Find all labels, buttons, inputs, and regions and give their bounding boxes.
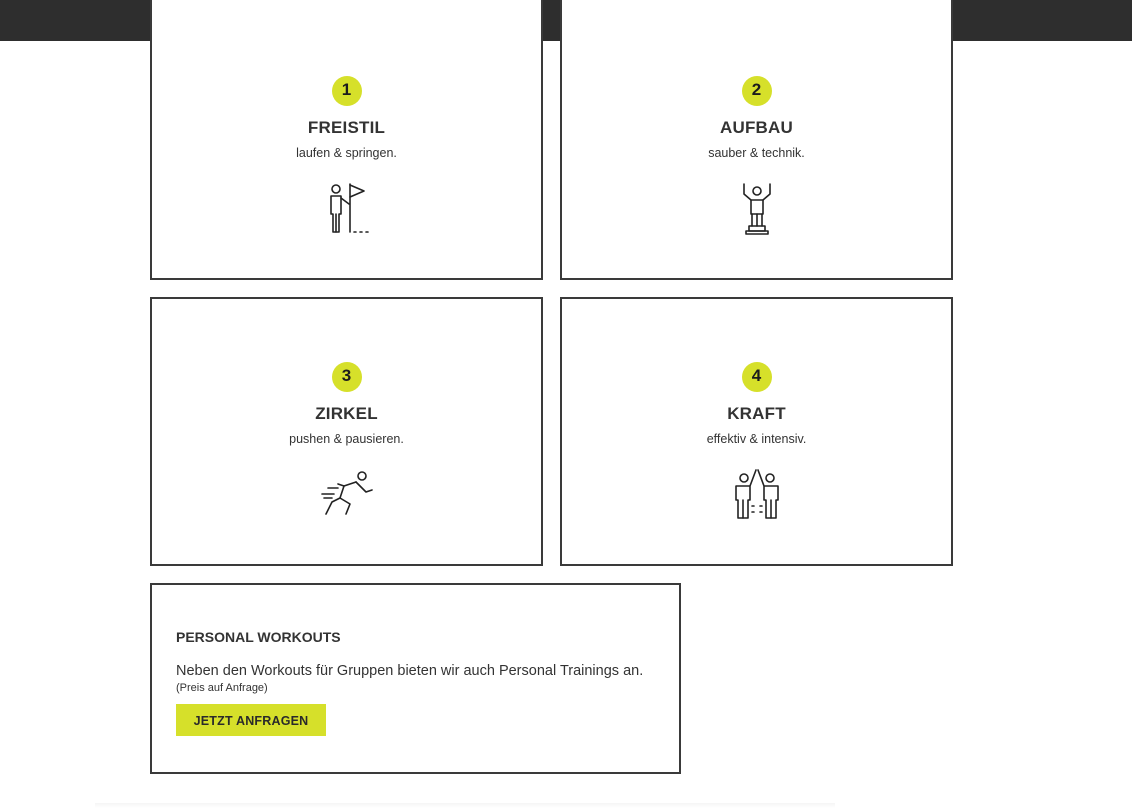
step-number-badge: 1 bbox=[331, 76, 362, 106]
high-five-icon bbox=[734, 469, 779, 519]
person-with-flag-icon bbox=[329, 183, 369, 233]
card-subtitle: laufen & springen. bbox=[296, 146, 397, 160]
card-title: ZIRKEL bbox=[315, 404, 378, 423]
promo-title: PERSONAL WORKOUTS bbox=[176, 629, 341, 645]
card-subtitle: effektiv & intensiv. bbox=[706, 432, 807, 446]
person-on-podium-icon bbox=[742, 183, 771, 235]
step-number-badge: 2 bbox=[741, 76, 772, 106]
step-number-badge: 3 bbox=[331, 362, 362, 392]
workout-card-freistil: 1 FREISTIL laufen & springen. bbox=[150, 0, 543, 280]
card-subtitle: pushen & pausieren. bbox=[289, 432, 404, 446]
card-title: KRAFT bbox=[727, 404, 786, 423]
sprinter-icon bbox=[320, 471, 373, 515]
price-note: (Preis auf Anfrage) bbox=[176, 682, 268, 694]
request-now-button[interactable]: JETZT ANFRAGEN bbox=[176, 704, 326, 736]
workout-card-zirkel: 3 ZIRKEL pushen & pausieren. bbox=[150, 297, 543, 566]
step-number-badge: 4 bbox=[741, 362, 772, 392]
divider bbox=[95, 803, 835, 808]
promo-description: Neben den Workouts für Gruppen bieten wi… bbox=[176, 663, 644, 679]
card-title: AUFBAU bbox=[720, 118, 793, 137]
personal-workouts-panel: PERSONAL WORKOUTS Neben den Workouts für… bbox=[150, 583, 681, 774]
workout-card-aufbau: 2 AUFBAU sauber & technik. bbox=[560, 0, 953, 280]
workout-card-kraft: 4 KRAFT effektiv & intensiv. bbox=[560, 297, 953, 566]
card-title: FREISTIL bbox=[307, 118, 386, 137]
card-subtitle: sauber & technik. bbox=[708, 146, 805, 160]
